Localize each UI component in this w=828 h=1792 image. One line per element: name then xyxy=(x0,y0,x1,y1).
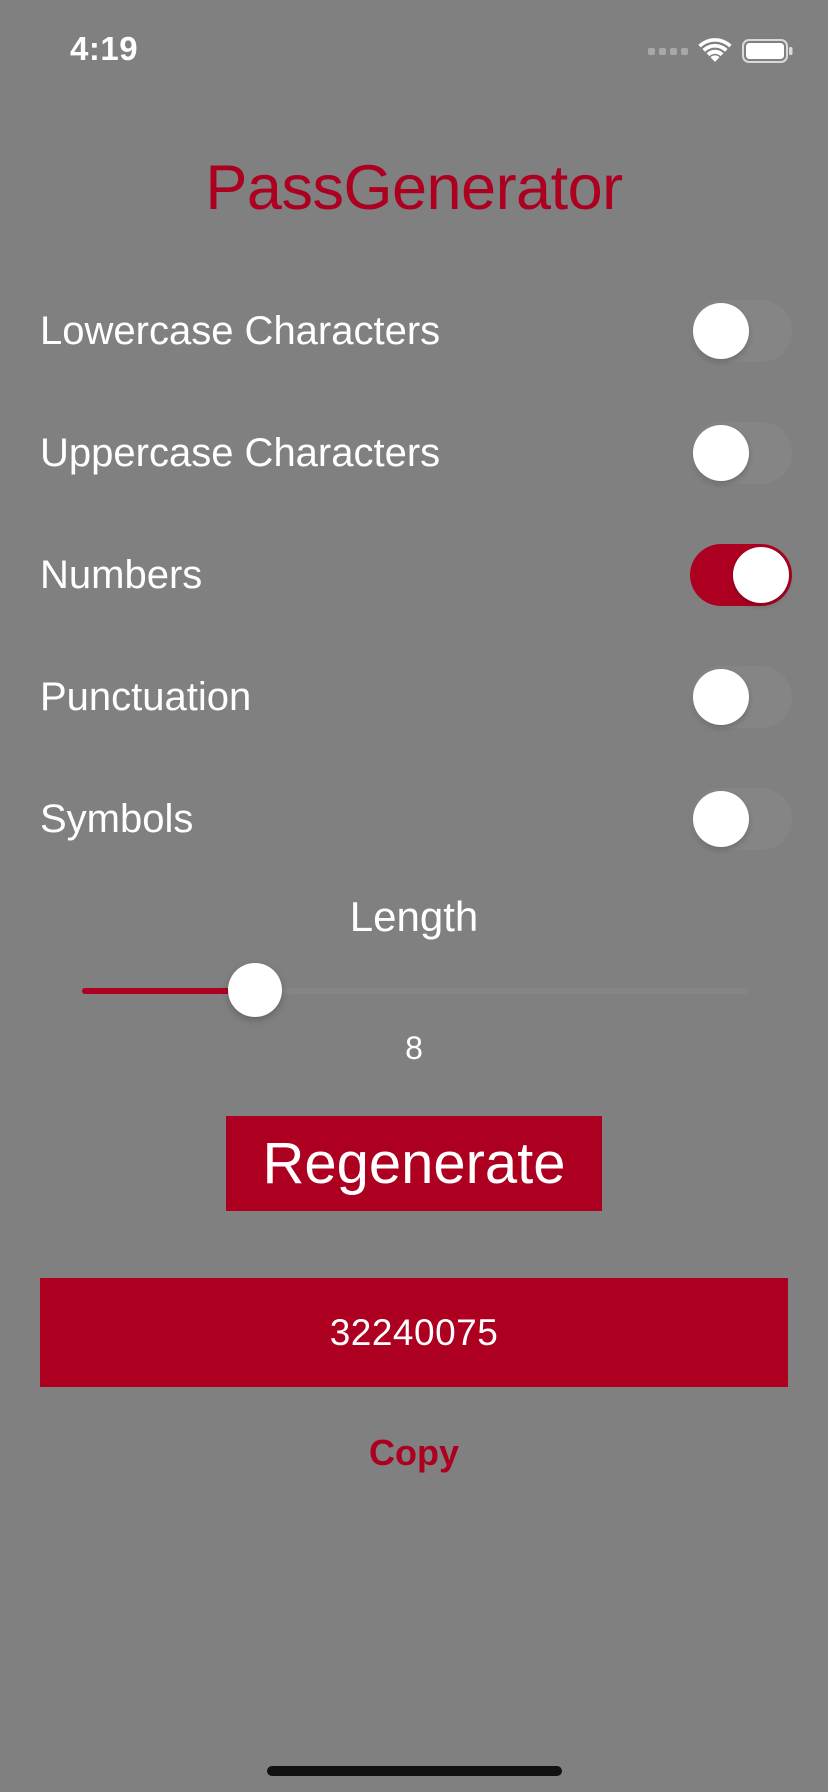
regenerate-button[interactable]: Regenerate xyxy=(226,1116,602,1211)
uppercase-toggle[interactable] xyxy=(690,422,792,484)
home-indicator xyxy=(267,1766,562,1776)
punctuation-toggle[interactable] xyxy=(690,666,792,728)
status-time: 4:19 xyxy=(70,30,139,67)
password-output: 32240075 xyxy=(40,1278,788,1387)
battery-icon xyxy=(742,39,793,63)
copy-button[interactable]: Copy xyxy=(0,1432,828,1474)
symbols-toggle[interactable] xyxy=(690,788,792,850)
length-label: Length xyxy=(349,893,479,940)
option-row-punctuation: Punctuation xyxy=(40,662,792,732)
option-row-lowercase: Lowercase Characters xyxy=(40,296,792,366)
option-label: Lowercase Characters xyxy=(40,308,441,353)
option-label: Symbols xyxy=(40,796,194,841)
option-label: Uppercase Characters xyxy=(40,430,441,475)
option-label: Numbers xyxy=(40,552,203,597)
toggle-knob xyxy=(693,669,749,725)
length-value: 8 xyxy=(405,1030,423,1066)
status-icons xyxy=(648,36,794,66)
toggle-knob xyxy=(733,547,789,603)
option-row-symbols: Symbols xyxy=(40,784,792,854)
app-title: PassGenerator xyxy=(205,153,623,223)
option-label: Punctuation xyxy=(40,674,252,719)
status-bar: 4:19 xyxy=(0,0,828,100)
cellular-signal-icon xyxy=(648,47,688,55)
toggle-knob xyxy=(693,425,749,481)
length-slider[interactable] xyxy=(82,960,748,1020)
lowercase-toggle[interactable] xyxy=(690,300,792,362)
wifi-icon xyxy=(698,38,732,62)
toggle-knob xyxy=(693,303,749,359)
option-row-numbers: Numbers xyxy=(40,540,792,610)
slider-thumb[interactable] xyxy=(228,963,282,1017)
numbers-toggle[interactable] xyxy=(690,544,792,606)
option-row-uppercase: Uppercase Characters xyxy=(40,418,792,488)
toggle-knob xyxy=(693,791,749,847)
